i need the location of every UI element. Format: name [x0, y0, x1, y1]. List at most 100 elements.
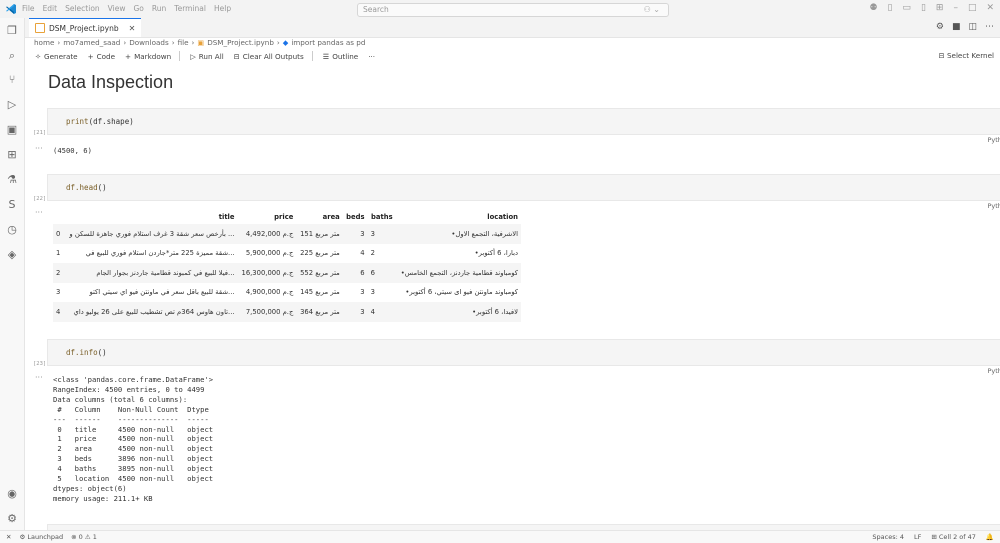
- tab-notebook[interactable]: DSM_Project.ipynb ✕: [29, 18, 141, 37]
- account-icon[interactable]: ◉: [5, 487, 19, 501]
- table-cell: تاون هاوس 364م تص تشطيب للبيع على 26 يول…: [63, 302, 238, 322]
- table-row: 1 شقة مميزة 225 متر*جاردن استلام فوري لل…: [53, 244, 521, 264]
- table-cell: 4: [360, 249, 365, 258]
- breadcrumb-item[interactable]: import pandas as pd: [291, 38, 365, 47]
- run-all-button[interactable]: ▷ Run All: [190, 52, 224, 61]
- notifications-icon[interactable]: 🔔: [986, 533, 994, 541]
- table-cell: متر مربع 552: [296, 263, 343, 283]
- chevron-right-icon: ›: [171, 38, 175, 47]
- table-cell: •الاشرفية، التجمع الاول: [395, 224, 521, 244]
- layout-sidebar-icon[interactable]: ▯: [887, 3, 892, 13]
- variables-icon[interactable]: ■: [952, 22, 961, 32]
- title-bar: File Edit Selection View Go Run Terminal…: [0, 0, 1000, 19]
- table-cell: ج.م 4,492,000: [237, 224, 297, 244]
- python-icon[interactable]: ◈: [5, 248, 19, 262]
- clear-outputs-button[interactable]: ⊟ Clear All Outputs: [234, 52, 304, 61]
- command-search[interactable]: Search ⚇ ⌄: [357, 3, 669, 17]
- menu-terminal[interactable]: Terminal: [174, 4, 206, 13]
- clear-label: Clear All Outputs: [242, 51, 304, 61]
- breadcrumb-item[interactable]: DSM_Project.ipynb: [207, 38, 274, 47]
- outline-button[interactable]: ☰ Outline: [323, 52, 358, 61]
- warning-count: 1: [92, 533, 97, 541]
- menu-help[interactable]: Help: [214, 4, 231, 13]
- code-label: Code: [96, 51, 116, 61]
- close-window-icon[interactable]: ✕: [986, 3, 994, 13]
- menu-edit[interactable]: Edit: [43, 4, 58, 13]
- testing-icon[interactable]: ⚗: [5, 173, 19, 187]
- execution-count: [23]: [33, 361, 47, 367]
- toolbar-divider: [179, 51, 181, 61]
- more-actions-icon[interactable]: ⋯: [985, 22, 994, 32]
- problems-button[interactable]: ⊗ 0 ⚠ 1: [71, 533, 97, 541]
- launchpad-button[interactable]: ⚙ Launchpad: [19, 533, 63, 541]
- sparkle-icon: ✧: [35, 51, 42, 61]
- generate-label: Generate: [44, 51, 78, 61]
- timeline-icon[interactable]: ◷: [5, 223, 19, 237]
- output-menu-icon[interactable]: ···: [35, 144, 43, 153]
- output-menu-icon[interactable]: ···: [35, 208, 43, 217]
- source-control-icon[interactable]: ⑂: [5, 73, 19, 87]
- table-cell: 4: [367, 302, 396, 322]
- accounts-icon[interactable]: ⚉: [869, 3, 877, 13]
- sql-icon[interactable]: S: [5, 198, 19, 212]
- cell-language[interactable]: Python: [987, 136, 1000, 144]
- run-all-icon: ▷: [190, 51, 196, 61]
- kernel-label: Select Kernel: [946, 51, 994, 60]
- table-cell: •دبارا، 6 أكتوبر: [474, 249, 518, 258]
- remote-icon[interactable]: ✕: [6, 533, 11, 541]
- explorer-icon[interactable]: ❐: [5, 24, 19, 38]
- eol-status[interactable]: LF: [914, 533, 921, 541]
- generate-button[interactable]: ✧ Generate: [35, 52, 78, 61]
- breadcrumb-item[interactable]: Downloads: [129, 38, 168, 47]
- menu-view[interactable]: View: [108, 4, 126, 13]
- toolbar-divider: [311, 51, 313, 61]
- minimize-icon[interactable]: –: [953, 3, 958, 13]
- close-tab-icon[interactable]: ✕: [129, 24, 136, 33]
- menu-file[interactable]: File: [22, 4, 35, 13]
- run-debug-icon[interactable]: ▷: [5, 98, 19, 112]
- code-text[interactable]: print(df.shape): [66, 117, 134, 126]
- maximize-icon[interactable]: □: [968, 3, 977, 13]
- gear-icon[interactable]: ⚙: [936, 22, 944, 32]
- indentation-status[interactable]: Spaces: 4: [872, 533, 904, 541]
- settings-gear-icon[interactable]: ⚙: [5, 512, 19, 526]
- extensions-icon[interactable]: ⊞: [5, 148, 19, 162]
- layout-secondary-icon[interactable]: ▯: [921, 3, 926, 13]
- cell-language[interactable]: Python: [987, 202, 1000, 210]
- add-markdown-button[interactable]: + Markdown: [125, 52, 171, 61]
- add-code-button[interactable]: + Code: [88, 52, 115, 61]
- output-menu-icon[interactable]: ···: [35, 373, 43, 382]
- breadcrumb-item[interactable]: home: [34, 38, 54, 47]
- breadcrumb-item[interactable]: file: [178, 38, 189, 47]
- remote-explorer-icon[interactable]: ▣: [5, 123, 19, 137]
- code-cell[interactable]: df.head() Python: [47, 174, 1000, 210]
- code-text[interactable]: df.info(): [66, 348, 107, 357]
- select-kernel-button[interactable]: ⊟ Select Kernel: [939, 51, 994, 60]
- menu-run[interactable]: Run: [152, 4, 166, 13]
- table-row: 3 شقة للبيع باقل سعر في ماونتن فيو اي سي…: [53, 283, 521, 303]
- split-editor-icon[interactable]: ◫: [968, 22, 977, 32]
- more-button[interactable]: ···: [368, 52, 375, 61]
- page-title: Data Inspection: [48, 72, 174, 92]
- code-cell[interactable]: print(df.shape) Python: [47, 108, 1000, 144]
- layout-panel-icon[interactable]: ▭: [902, 3, 911, 13]
- notebook-toolbar: ✧ Generate + Code + Markdown ▷ Run All ⊟ Clea…: [25, 49, 1000, 63]
- table-row: 0 بأرخص سعر شقة 3 غرف استلام فوري جاهزة …: [53, 224, 521, 244]
- code-text[interactable]: df.head(): [66, 183, 107, 192]
- code-cell[interactable]: df.info() Python: [47, 339, 1000, 375]
- cell-position-status[interactable]: ⊞ Cell 2 of 47: [931, 533, 976, 541]
- breadcrumb-item[interactable]: mo7amed_saad: [63, 38, 120, 47]
- table-cell: 6: [342, 263, 368, 283]
- column-header: title: [218, 212, 235, 221]
- window-controls: ⚉ ▯ ▭ ▯ ⊞ – □ ✕: [869, 3, 1000, 13]
- menu-go[interactable]: Go: [133, 4, 143, 13]
- menu-selection[interactable]: Selection: [65, 4, 100, 13]
- copilot-icon[interactable]: ⚇ ⌄: [644, 5, 660, 14]
- cell-language[interactable]: Python: [987, 367, 1000, 375]
- customize-layout-icon[interactable]: ⊞: [936, 3, 944, 13]
- chevron-right-icon: ›: [191, 38, 195, 47]
- code-args: (): [97, 183, 107, 192]
- launchpad-label: Launchpad: [27, 533, 64, 541]
- table-cell: 2: [53, 263, 64, 283]
- search-icon[interactable]: ⌕: [5, 49, 19, 63]
